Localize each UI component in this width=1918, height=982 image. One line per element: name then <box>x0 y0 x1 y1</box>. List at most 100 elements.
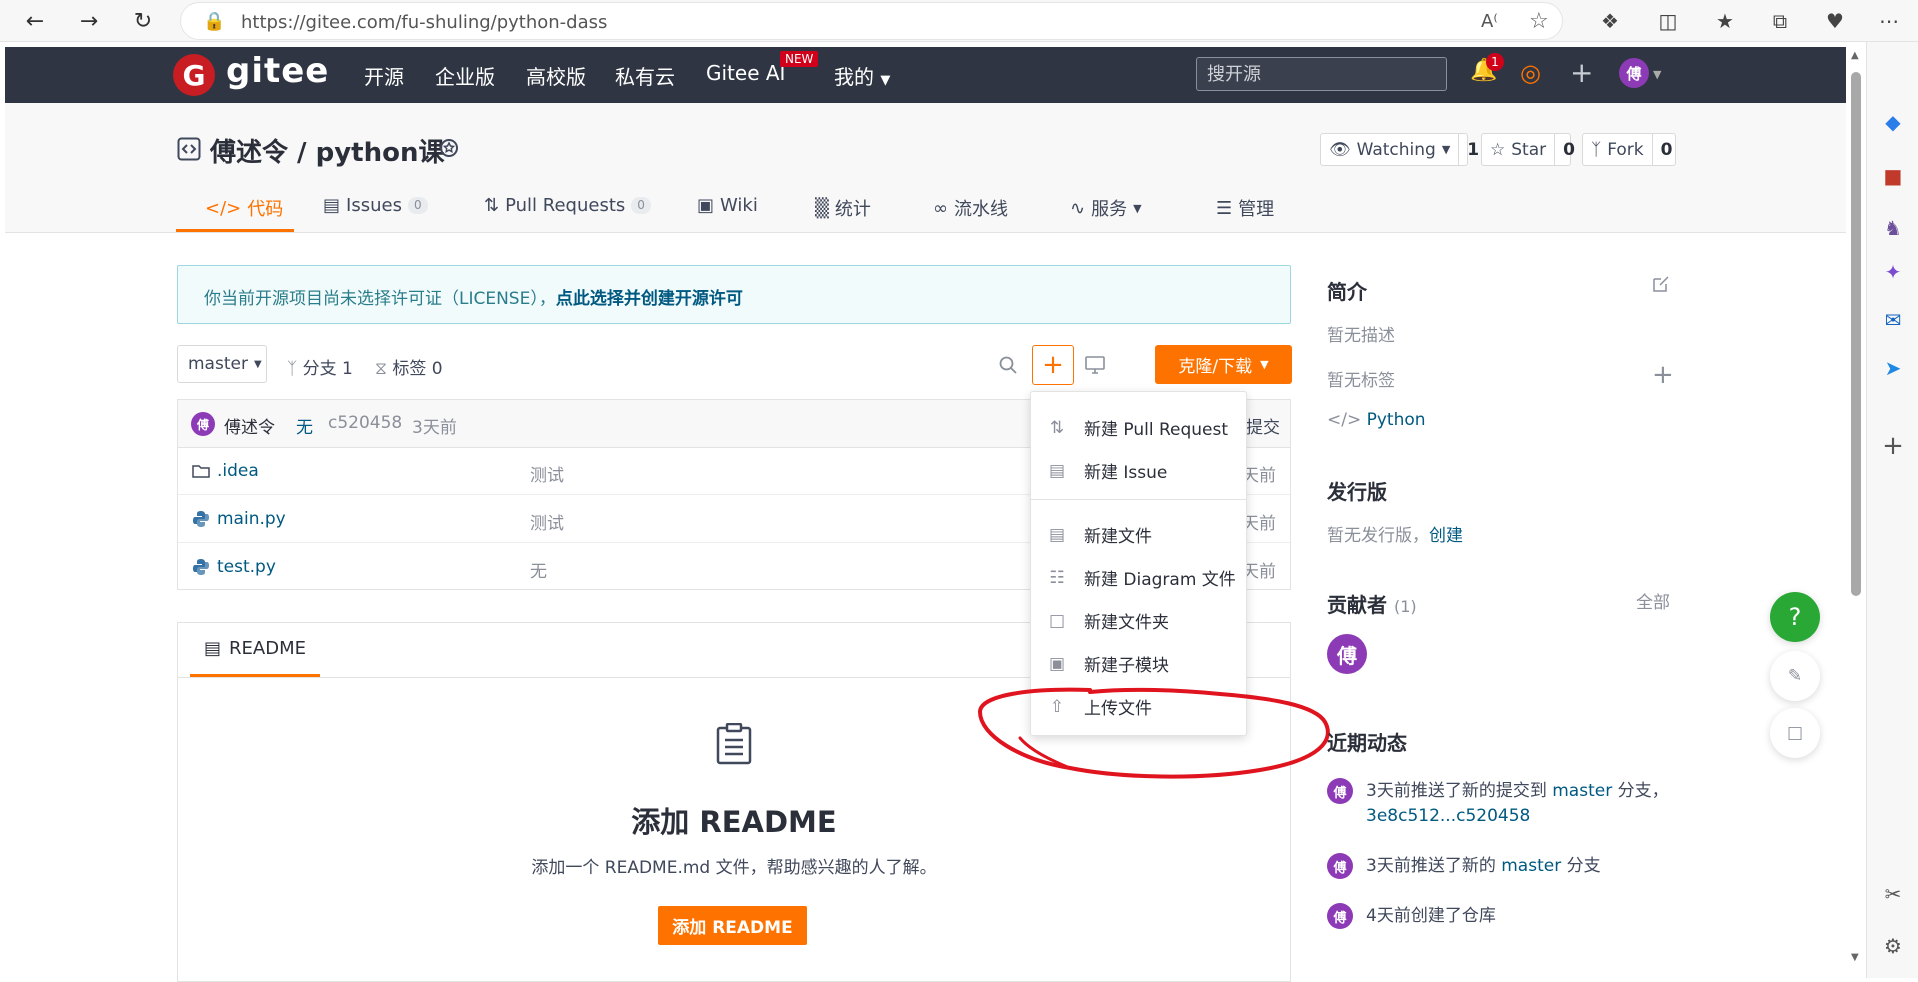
create-release-link[interactable]: 创建 <box>1429 526 1463 546</box>
activity-text: 3天前推送了新的提交到 <box>1366 781 1553 801</box>
add-tag-icon[interactable]: + <box>1652 360 1674 390</box>
page-scrollbar[interactable]: ▲ ▼ <box>1848 50 1864 968</box>
menu-item-new-file[interactable]: ▤ 新建文件 <box>1031 513 1246 556</box>
contributor-avatar[interactable]: 傅 <box>1327 634 1367 674</box>
help-button[interactable]: ? <box>1770 592 1820 642</box>
nav-enterprise[interactable]: 企业版 <box>435 61 495 90</box>
settings-gear-icon[interactable]: ⚙ <box>1879 932 1907 960</box>
feedback-edit-button[interactable]: ✎ <box>1770 651 1820 701</box>
activity-compare-link[interactable]: 3e8c512...c520458 <box>1366 806 1530 826</box>
nav-private-cloud[interactable]: 私有云 <box>615 61 675 90</box>
refresh-icon[interactable]: ↻ <box>126 6 160 36</box>
add-readme-button[interactable]: 添加 README <box>658 906 807 945</box>
extensions-icon[interactable]: ❖ <box>1597 8 1623 34</box>
scroll-up-icon[interactable]: ▲ <box>1851 50 1859 61</box>
tags-link[interactable]: ⧖ 标签 0 <box>375 354 443 379</box>
branch-select[interactable]: master ▼ <box>177 345 267 383</box>
scroll-down-icon[interactable]: ▼ <box>1851 952 1859 963</box>
commit-author-avatar[interactable]: 傅 <box>191 412 215 436</box>
clone-download-button[interactable]: 克隆/下载 ▼ <box>1155 345 1292 384</box>
menu-item-new-folder[interactable]: □ 新建文件夹 <box>1031 599 1246 642</box>
star-count[interactable]: 0 <box>1554 134 1583 165</box>
edit-icon[interactable] <box>1652 275 1670 293</box>
nav-opensource[interactable]: 开源 <box>364 61 404 90</box>
search-icon[interactable] <box>999 356 1017 374</box>
fork-count[interactable]: 0 <box>1651 134 1681 165</box>
file-commit-message[interactable]: 测试 <box>530 509 564 534</box>
forward-icon[interactable]: → <box>72 6 106 36</box>
repo-title[interactable]: 傅述令 / python课 <box>210 132 444 169</box>
create-license-link[interactable]: 点此选择并创建开源许可 <box>556 289 743 309</box>
new-item-button[interactable]: + <box>1032 345 1074 385</box>
readme-tab[interactable]: ▤ README <box>190 623 320 677</box>
menu-item-new-issue[interactable]: ▤ 新建 Issue <box>1031 449 1246 492</box>
address-bar[interactable]: 🔒 https://gitee.com/fu-shuling/python-da… <box>180 2 1563 40</box>
copilot-icon[interactable]: ✦ <box>1879 258 1907 286</box>
split-screen-icon[interactable]: ◫ <box>1655 8 1681 34</box>
file-name[interactable]: test.py <box>217 557 276 577</box>
activity-avatar[interactable]: 傅 <box>1327 903 1353 929</box>
search-input[interactable] <box>1197 58 1446 90</box>
menu-item-new-diagram[interactable]: ☷ 新建 Diagram 文件 <box>1031 556 1246 599</box>
gitee-logo-text[interactable]: gitee <box>226 51 329 91</box>
tab-services[interactable]: ∿ 服务 ▼ <box>1070 195 1142 221</box>
language-link[interactable]: Python <box>1367 410 1426 430</box>
fork-button[interactable]: ᛉ Fork 0 <box>1582 133 1676 166</box>
chat-button[interactable]: □ <box>1770 708 1820 758</box>
commit-message[interactable]: 无 <box>296 413 313 438</box>
file-commit-message[interactable]: 无 <box>530 557 547 582</box>
activity-branch-link[interactable]: master <box>1501 856 1561 876</box>
clipboard-icon <box>716 723 752 765</box>
caret-down-icon: ▼ <box>1260 358 1269 371</box>
activity-avatar[interactable]: 傅 <box>1327 853 1353 879</box>
lightbulb-icon[interactable]: ◎ <box>1520 59 1541 87</box>
activity-avatar[interactable]: 傅 <box>1327 778 1353 804</box>
collections-icon[interactable]: ⧉ <box>1767 8 1793 34</box>
tab-wiki[interactable]: ▣ Wiki <box>697 195 758 216</box>
nav-education[interactable]: 高校版 <box>526 61 586 90</box>
file-name[interactable]: .idea <box>217 461 259 481</box>
read-aloud-icon[interactable]: A⁽ <box>1481 11 1498 32</box>
commit-author[interactable]: 傅述令 <box>224 413 275 438</box>
star-button[interactable]: ☆ Star 0 <box>1481 133 1575 166</box>
shopping-tag-icon[interactable]: ◆ <box>1879 108 1907 136</box>
send-icon[interactable]: ➤ <box>1879 354 1907 382</box>
watching-button[interactable]: 👁 Watching ▼ 1 <box>1320 133 1479 166</box>
more-menu-icon[interactable]: ⋯ <box>1876 8 1902 34</box>
scroll-thumb[interactable] <box>1851 72 1861 596</box>
nav-mine[interactable]: 我的 ▼ <box>834 61 890 90</box>
user-avatar[interactable]: 傅 <box>1619 58 1649 88</box>
tab-manage[interactable]: ☰ 管理 <box>1216 195 1274 221</box>
tab-pull-requests[interactable]: ⇅ Pull Requests 0 <box>484 195 651 216</box>
menu-item-new-pull-request[interactable]: ⇅ 新建 Pull Request <box>1031 406 1246 449</box>
tab-issues[interactable]: ▤ Issues 0 <box>323 195 428 216</box>
site-search[interactable] <box>1196 57 1447 91</box>
file-name[interactable]: main.py <box>217 509 286 529</box>
branches-link[interactable]: ᛉ 分支 1 <box>287 354 353 379</box>
activity-branch-link[interactable]: master <box>1552 781 1612 801</box>
avatar-caret-icon[interactable]: ▼ <box>1653 68 1661 81</box>
commits-link[interactable]: 提交 <box>1246 413 1280 438</box>
file-commit-message[interactable]: 测试 <box>530 461 564 486</box>
favorites-icon[interactable]: ★ <box>1712 8 1738 34</box>
commit-hash[interactable]: c520458 <box>328 413 402 433</box>
web-ide-icon[interactable] <box>1085 356 1105 374</box>
favorite-star-icon[interactable]: ☆ <box>1529 9 1549 34</box>
back-icon[interactable]: ← <box>18 6 52 36</box>
nav-gitee-ai[interactable]: Gitee AI <box>706 61 785 85</box>
fork-label: Fork <box>1607 139 1644 160</box>
browser-health-icon[interactable]: ♥ <box>1822 8 1848 34</box>
gitee-logo-icon[interactable]: G <box>173 54 215 96</box>
tab-stats[interactable]: ▒ 统计 <box>815 195 871 221</box>
screenshot-icon[interactable]: ✂ <box>1879 880 1907 908</box>
games-chess-icon[interactable]: ♞ <box>1879 214 1907 242</box>
tab-pipeline[interactable]: ∞ 流水线 <box>933 195 1008 221</box>
add-sidebar-app-icon[interactable]: + <box>1879 431 1907 461</box>
tools-briefcase-icon[interactable]: ■ <box>1879 162 1907 190</box>
tab-code[interactable]: </> 代码 <box>205 195 283 221</box>
menu-item-new-submodule[interactable]: ▣ 新建子模块 <box>1031 642 1246 685</box>
badge-ribbon-icon[interactable] <box>437 137 461 161</box>
create-plus-icon[interactable]: + <box>1570 56 1593 89</box>
outlook-icon[interactable]: ✉ <box>1879 306 1907 334</box>
all-contributors-link[interactable]: 全部 <box>1636 588 1670 613</box>
